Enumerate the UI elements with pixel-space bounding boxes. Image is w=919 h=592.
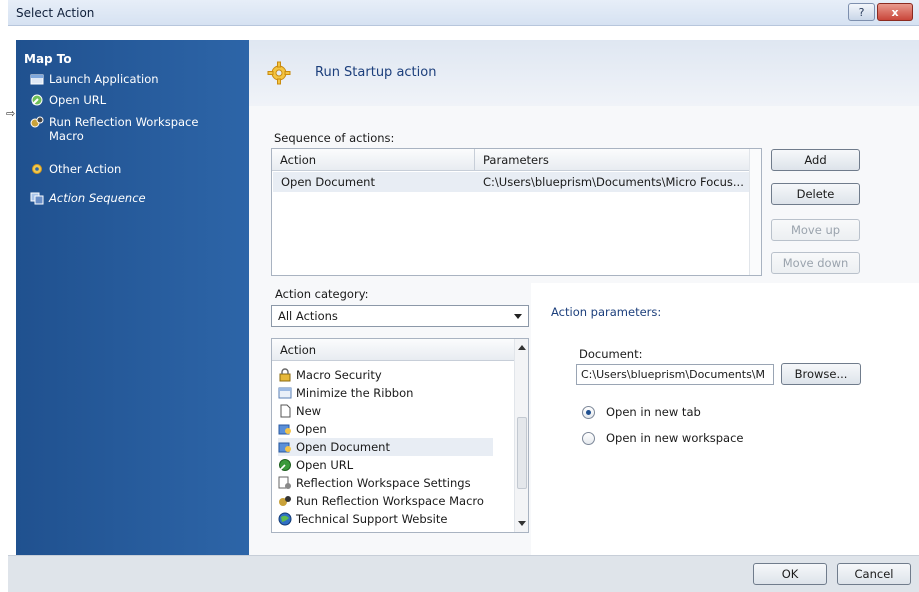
scroll-up-icon[interactable] [518, 345, 526, 350]
list-item-minimize-ribbon[interactable]: Minimize the Ribbon [278, 384, 493, 402]
open-document-icon [278, 442, 291, 453]
lock-icon [279, 368, 291, 382]
list-item-open-document[interactable]: Open Document [278, 438, 493, 456]
page-title: Run Startup action [315, 65, 437, 80]
scroll-down-icon[interactable] [518, 521, 526, 526]
table-row[interactable]: Open Document C:\Users\blueprism\Documen… [273, 172, 750, 192]
list-item-run-macro[interactable]: Run Reflection Workspace Macro [278, 492, 493, 510]
list-item-workspace-settings[interactable]: Reflection Workspace Settings [278, 474, 493, 492]
action-parameters-title: Action parameters: [551, 305, 662, 319]
sidebar-item-run-macro[interactable]: Run Reflection Workspace Macro [30, 115, 198, 143]
column-header-parameters[interactable]: Parameters [474, 149, 750, 171]
open-url-icon [279, 459, 291, 471]
globe-icon [278, 512, 292, 526]
sidebar-item-launch-application[interactable]: Launch Application [30, 72, 159, 86]
run-macro-icon [30, 116, 44, 128]
row-action: Open Document [281, 175, 375, 189]
list-item-new[interactable]: New [278, 402, 493, 420]
sidebar: Map To Launch Application Open URL Run R… [16, 40, 249, 555]
ribbon-icon [278, 387, 292, 399]
run-macro-icon [279, 496, 291, 506]
chevron-down-icon [514, 314, 522, 319]
radio-open-in-new-workspace[interactable]: Open in new workspace [582, 431, 744, 445]
list-item-open[interactable]: Open [278, 420, 493, 438]
header: Run Startup action [249, 40, 919, 106]
window-title: Select Action [16, 6, 95, 20]
action-category-label: Action category: [275, 287, 369, 301]
scroll-thumb[interactable] [517, 417, 527, 489]
cancel-button[interactable]: Cancel [837, 563, 911, 585]
ok-button[interactable]: OK [753, 563, 827, 585]
open-icon [278, 424, 291, 435]
list-item-open-url[interactable]: Open URL [278, 456, 493, 474]
help-button[interactable]: ? [848, 3, 875, 21]
launch-app-icon [30, 74, 44, 85]
radio-open-in-new-tab[interactable]: Open in new tab [582, 405, 701, 419]
delete-button[interactable]: Delete [771, 183, 860, 205]
sidebar-item-open-url[interactable]: Open URL [30, 93, 106, 107]
settings-icon [278, 476, 291, 489]
action-list[interactable]: Action Macro Security Minimize the Ribbo… [271, 338, 529, 533]
document-label: Document: [579, 347, 643, 361]
column-header-action[interactable]: Action [272, 149, 474, 171]
current-item-arrow-icon: ⇨ [6, 107, 16, 120]
move-up-button[interactable]: Move up [771, 219, 860, 241]
sidebar-item-action-sequence[interactable]: Action Sequence [30, 191, 146, 205]
radio-unselected-icon [582, 431, 595, 445]
list-item-technical-support[interactable]: Technical Support Website [278, 510, 493, 528]
action-parameters-panel: Action parameters: [531, 283, 919, 555]
action-category-value: All Actions [278, 309, 338, 323]
radio-selected-icon [582, 405, 595, 419]
action-sequence-icon [30, 192, 44, 205]
close-button[interactable]: x [877, 3, 913, 21]
sequence-scrollbar[interactable] [749, 149, 761, 275]
open-url-icon [31, 94, 43, 106]
add-button[interactable]: Add [771, 149, 860, 171]
sidebar-item-other-action[interactable]: Other Action [30, 162, 121, 176]
gear-icon [267, 61, 291, 85]
title-bar: Select Action ? x [8, 0, 919, 26]
browse-button[interactable]: Browse... [781, 363, 861, 385]
document-field[interactable]: C:\Users\blueprism\Documents\M [576, 364, 774, 385]
action-list-scrollbar[interactable] [514, 339, 528, 532]
move-down-button[interactable]: Move down [771, 252, 860, 274]
action-list-header[interactable]: Action [272, 339, 516, 361]
sequence-table[interactable]: Action Parameters Open Document C:\Users… [271, 148, 762, 276]
list-item-macro-security[interactable]: Macro Security [278, 366, 493, 384]
gear-icon [32, 164, 42, 174]
sequence-label: Sequence of actions: [274, 131, 395, 145]
row-parameters: C:\Users\blueprism\Documents\Micro Focus… [483, 175, 744, 189]
new-document-icon [280, 404, 291, 418]
action-category-select[interactable]: All Actions [271, 305, 529, 327]
sidebar-heading: Map To [24, 52, 72, 66]
